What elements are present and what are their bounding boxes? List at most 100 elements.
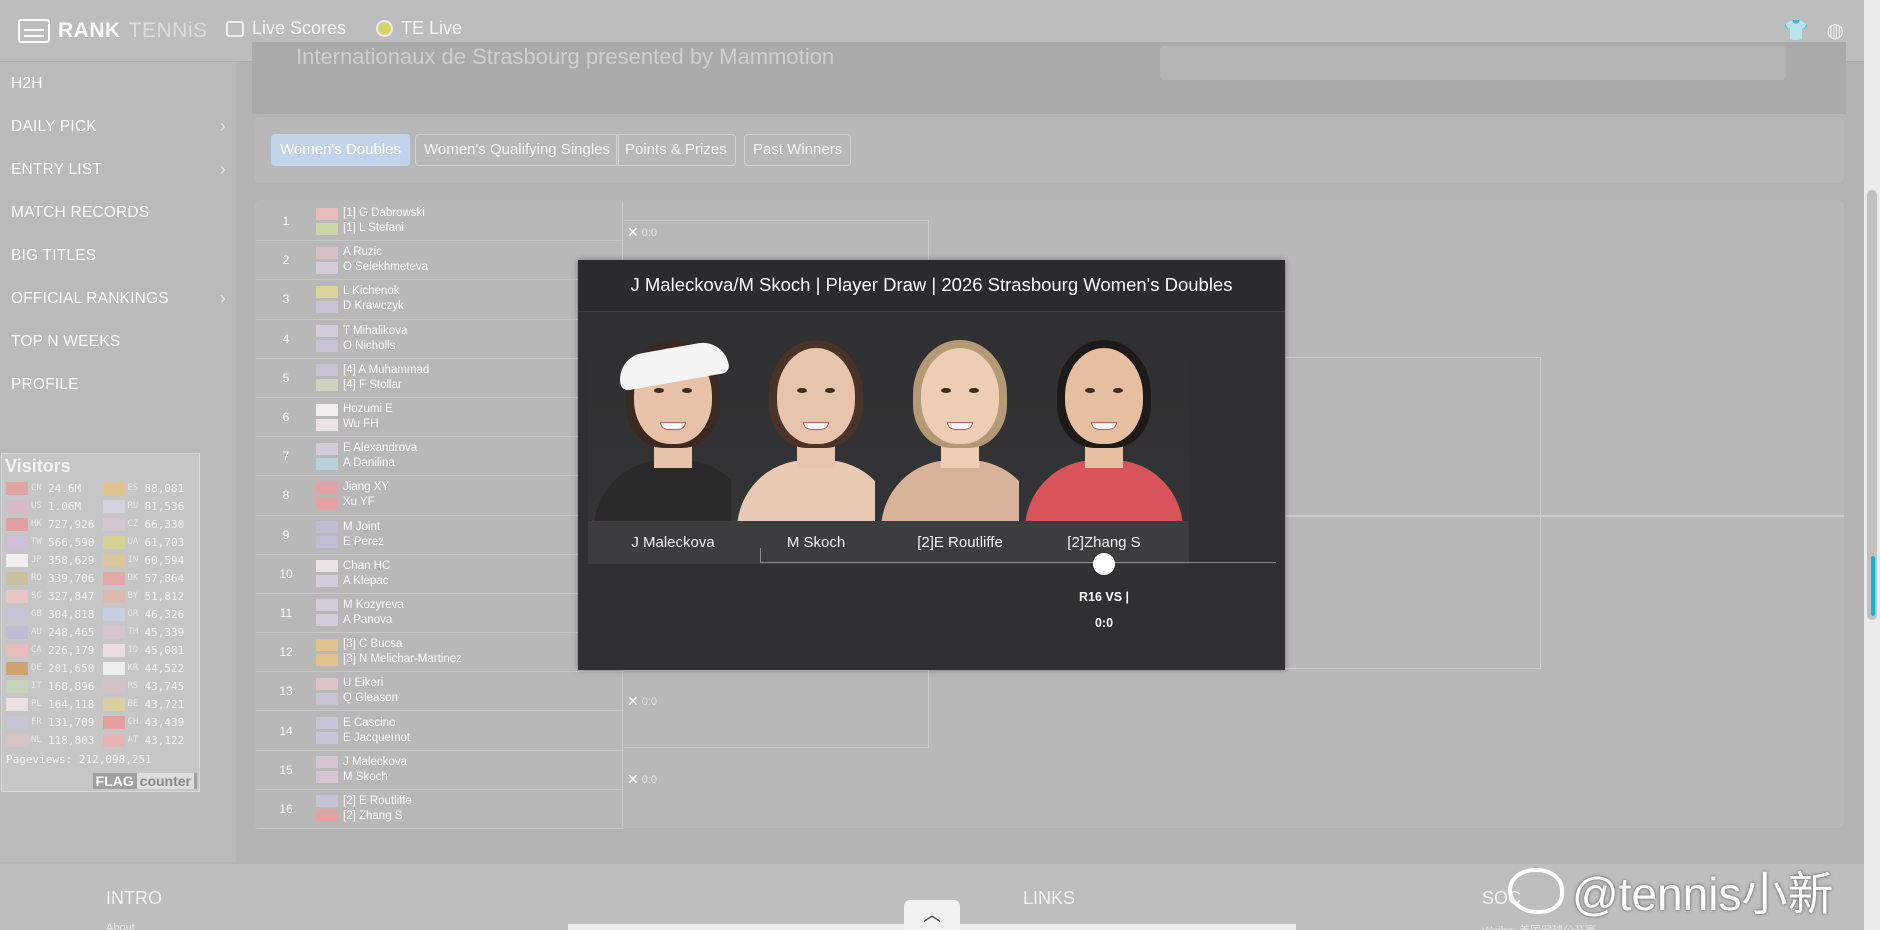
draw-row[interactable]: 3 L Kichenok D Krawczyk [256,280,624,320]
draw-row[interactable]: 4 T Mihalikova O Nicholls [256,320,624,359]
draw-row[interactable]: 10 Chan HC A Klepac [256,555,624,594]
flag-counter-badge[interactable]: FLAG counter [92,773,197,789]
draw-row[interactable]: 12 [3] C Bucsa [3] N Melichar-Martinez [256,633,624,673]
draw-player[interactable]: A Danilina [316,457,417,470]
draw-player[interactable]: A Panova [316,614,404,627]
header-search-box[interactable] [1160,46,1786,80]
draw-row[interactable]: 6 Hozumi E Wu FH [256,398,624,438]
sidebar-item-entry-list[interactable]: ENTRY LIST › [0,148,236,191]
draw-player[interactable]: Xu YF [316,496,389,509]
country-flag-icon [102,679,125,693]
draw-player[interactable]: Chan HC [316,560,390,573]
country-flag-icon [6,607,28,621]
draw-row[interactable]: 15 J Maleckova M Skoch [256,751,624,790]
bracket-path-line [760,548,761,563]
draw-player[interactable]: A Ruzic [316,246,428,259]
draw-row[interactable]: 8 Jiang XY Xu YF [256,476,624,516]
page-scrollbar[interactable] [1864,0,1880,930]
draw-player[interactable]: L Kichenok [316,285,404,298]
sidebar-item-top-n-weeks[interactable]: TOP N WEEKS [0,320,236,363]
draw-player[interactable]: [3] C Bucsa [316,638,462,651]
nav-te-live[interactable]: TE Live [376,18,462,39]
draw-row[interactable]: 16 [2] E Routliffe [2] Zhang S [256,790,624,829]
draw-player[interactable]: [1] G Dabrowski [316,207,425,220]
draw-player[interactable]: E Alexandrova [316,442,417,455]
draw-row[interactable]: 14 E Cascino E Jacquemot [256,711,624,751]
tab-past-winners[interactable]: Past Winners [744,134,852,166]
match-node-dot[interactable] [1093,553,1115,575]
draw-player[interactable]: T Mihalikova [316,325,407,338]
draw-row[interactable]: 1 [1] G Dabrowski [1] L Stefani [256,202,624,242]
visitor-count: 168,896 [48,679,95,693]
country-flag-icon [6,697,28,711]
tv-icon [226,20,244,37]
nav-live-scores[interactable]: Live Scores [226,18,346,39]
visitor-flag-counter[interactable]: Visitors CN 24.6M ES 88,081 US 1.06M RU 81,536 H… [1,453,200,792]
draw-player[interactable]: Jiang XY [316,481,389,494]
visitor-country-row: NL 118,803 [6,731,99,749]
shirt-icon[interactable]: 👕 [1784,18,1809,43]
draw-row[interactable]: 2 A Ruzic O Selekhmeteva [256,241,624,281]
globe-icon[interactable]: ◍ [1827,18,1844,43]
draw-player[interactable]: M Joint [316,521,384,534]
sidebar-item-daily-pick[interactable]: DAILY PICK › [0,105,236,148]
country-code: FR [31,717,42,727]
visitor-country-row: CH 43,439 [102,713,196,731]
draw-player[interactable]: [4] F Stollar [316,379,429,392]
match-score[interactable]: ✕ 0:0 [627,693,657,710]
country-code: IT [31,681,42,691]
draw-player[interactable]: [2] E Routliffe [316,795,412,808]
draw-row[interactable]: 7 E Alexandrova A Danilina [256,437,624,477]
draw-player[interactable]: A Klepac [316,575,390,588]
draw-row[interactable]: 9 M Joint E Perez [256,516,624,555]
sidebar-item-match-records[interactable]: MATCH RECORDS [0,191,236,234]
sidebar-item-profile[interactable]: PROFILE [0,363,236,406]
match-score[interactable]: ✕ 0:0 [627,224,657,241]
draw-row[interactable]: 11 M Kozyreva A Panova [256,594,624,634]
round-label: R16 VS | [1078,590,1130,604]
visitor-count: 248,465 [48,625,95,639]
draw-row[interactable]: 5 [4] A Muhammad [4] F Stollar [256,359,624,398]
sidebar-item-h2h[interactable]: H2H [0,62,236,105]
player-card[interactable]: [2]Zhang S [1019,330,1189,564]
draw-player[interactable]: [2] Zhang S [316,810,412,823]
draw-player[interactable]: [1] L Stefani [316,222,425,235]
country-flag-icon [102,661,125,675]
draw-player[interactable]: M Kozyreva [316,599,404,612]
country-flag-icon [6,517,28,531]
country-code: IN [127,555,139,565]
tab-points-prizes[interactable]: Points & Prizes [616,134,736,166]
tab-womens-doubles[interactable]: Women's Doubles [271,134,410,166]
draw-player[interactable]: O Nicholls [316,340,407,353]
scroll-top-button[interactable]: ︿ [904,900,960,930]
sidebar-item-official-rankings[interactable]: OFFICIAL RANKINGS › [0,277,236,320]
draw-player[interactable]: Q Gleason [316,692,398,705]
draw-row[interactable]: 13 U Eikeri Q Gleason [256,672,624,712]
draw-player[interactable]: Wu FH [316,418,393,431]
country-flag-icon [316,364,338,377]
visitor-country-row: RU 81,536 [102,497,196,515]
draw-player[interactable]: E Perez [316,536,384,549]
footer-about-link[interactable]: About [106,922,135,930]
country-flag-icon [316,481,338,494]
draw-player[interactable]: [4] A Muhammad [316,364,429,377]
chevron-up-icon: ︿ [923,905,941,925]
match-score[interactable]: ✕ 0:0 [627,771,657,788]
draw-player[interactable]: [3] N Melichar-Martinez [316,653,462,666]
draw-player[interactable]: Hozumi E [316,403,393,416]
draw-player[interactable]: M Skoch [316,771,407,784]
draw-player[interactable]: J Maleckova [316,756,407,769]
court-logo-icon [18,19,50,43]
country-code: ID [127,645,139,655]
visitor-country-row: GR 46,326 [102,605,196,623]
site-logo[interactable]: RANK TENNiS [18,18,208,44]
country-code: CA [31,645,42,655]
draw-player[interactable]: D Krawczyk [316,300,404,313]
draw-player[interactable]: E Jacquemot [316,732,410,745]
visitor-count: 88,081 [144,481,185,495]
draw-player[interactable]: E Cascino [316,717,410,730]
tab-womens-qualifying-singles[interactable]: Women's Qualifying Singles [415,134,620,166]
sidebar-item-big-titles[interactable]: BIG TITLES [0,234,236,277]
draw-player[interactable]: O Selekhmeteva [316,261,428,274]
draw-player[interactable]: U Eikeri [316,677,398,690]
